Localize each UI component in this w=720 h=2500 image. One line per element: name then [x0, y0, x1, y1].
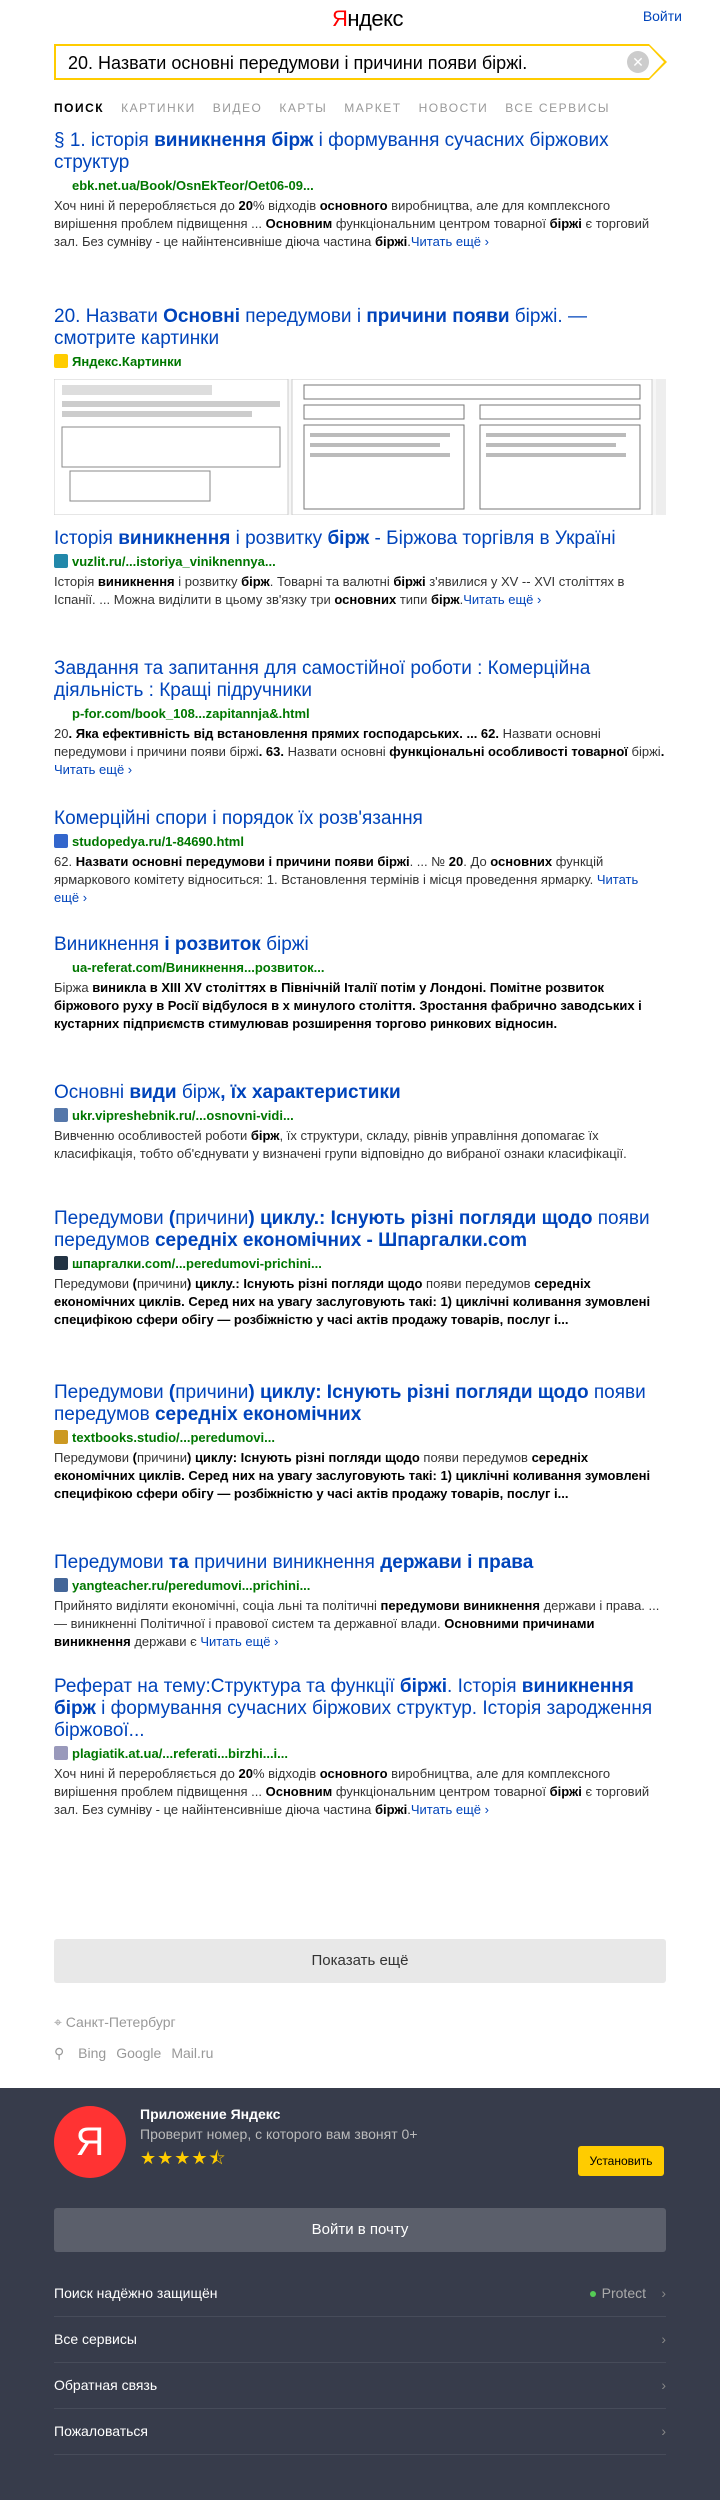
yandex-logo[interactable]: Яндекс: [332, 6, 403, 32]
result-url[interactable]: studopedya.ru/1-84690.html: [54, 833, 666, 851]
footer-row-2[interactable]: Обратная связь ›: [54, 2362, 666, 2409]
search-button-inner: [649, 46, 664, 78]
result-snippet: Передумови (причини) циклу.: Існують різ…: [54, 1276, 651, 1327]
location-label: Санкт-Петербург: [65, 2014, 176, 2030]
result-title-link[interactable]: Історія виникнення і розвитку бірж - Бір…: [54, 528, 666, 550]
result-url[interactable]: Яндекс.Картинки: [54, 353, 666, 371]
result-snippet: Хоч нині й переробляється до 20% відході…: [54, 1766, 650, 1817]
result-snippet: Хоч нині й переробляється до 20% відході…: [54, 198, 650, 249]
result-title-link[interactable]: Виникнення і розвиток біржі: [54, 934, 666, 956]
result-title-link[interactable]: Реферат на тему:Структура та функції бір…: [54, 1676, 666, 1742]
search-result: Комерційні спори і порядок їх розв'язанн…: [54, 808, 666, 907]
result-url[interactable]: plagiatik.at.ua/...referati...birzhi...i…: [54, 1745, 666, 1763]
result-url[interactable]: vuzlit.ru/...istoriya_viniknennya...: [54, 553, 666, 571]
result-title-link[interactable]: Передумови та причини виникнення держави…: [54, 1552, 666, 1574]
app-logo-icon: Я: [54, 2106, 126, 2178]
search-result: Історія виникнення і розвитку бірж - Бір…: [54, 528, 666, 609]
search-result: 20. Назвати Основні передумови і причини…: [54, 306, 666, 371]
show-more-button[interactable]: Показать ещё: [54, 1939, 666, 1983]
engine-link-2[interactable]: Mail.ru: [171, 2045, 213, 2061]
result-url[interactable]: yangteacher.ru/peredumovi...prichini...: [54, 1577, 666, 1595]
footer-row-1[interactable]: Все сервисы ›: [54, 2316, 666, 2363]
rating-stars: ★★★★⯪: [140, 2148, 227, 2168]
search-icon: ⚲: [54, 2045, 65, 2061]
search-result: Передумови та причини виникнення держави…: [54, 1552, 666, 1651]
result-title-link[interactable]: Завдання та запитання для самостійної ро…: [54, 658, 666, 702]
search-result: Основні види бірж, їх характеристики ukr.…: [54, 1082, 666, 1163]
location-icon: ⌖: [54, 2014, 62, 2030]
tab-5[interactable]: НОВОСТИ: [419, 101, 489, 115]
result-snippet: Вивченню особливостей роботи бірж, їх ст…: [54, 1128, 627, 1161]
result-title-link[interactable]: Основні види бірж, їх характеристики: [54, 1082, 666, 1104]
search-result: Реферат на тему:Структура та функції бір…: [54, 1676, 666, 1819]
footer-row-0[interactable]: Поиск надёжно защищён Protect ›: [54, 2270, 666, 2317]
favicon-icon: [54, 1256, 68, 1270]
result-url[interactable]: ukr.vipreshebnik.ru/...osnovni-vidi...: [54, 1107, 666, 1125]
read-more-link[interactable]: Читать ещё ›: [411, 1802, 489, 1817]
protect-status: Protect: [589, 2270, 646, 2316]
location[interactable]: ⌖ Санкт-Петербург: [54, 2014, 176, 2031]
result-snippet: 20. Яка ефективність від встановлення пр…: [54, 726, 665, 777]
result-snippet: Передумови (причини) циклу: Існують різн…: [54, 1450, 651, 1501]
tab-0[interactable]: ПОИСК: [54, 101, 104, 115]
favicon-icon: [54, 354, 68, 368]
footer-row-3[interactable]: Пожаловаться ›: [54, 2408, 666, 2455]
result-title-link[interactable]: Передумови (причини) циклу.: Існують різ…: [54, 1208, 666, 1252]
search-input[interactable]: [66, 52, 610, 75]
favicon-icon: [54, 1746, 68, 1760]
result-url[interactable]: ua-referat.com/Виникнення...розвиток...: [54, 959, 666, 977]
favicon-icon: [54, 834, 68, 848]
search-tabs: ПОИСК КАРТИНКИ ВИДЕО КАРТЫ МАРКЕТ НОВОСТИ ВСЕ …: [54, 101, 627, 115]
favicon-icon: [54, 554, 68, 568]
chevron-right-icon: ›: [661, 2285, 666, 2301]
chevron-right-icon: ›: [661, 2423, 666, 2439]
result-title-link[interactable]: Передумови (причини) циклу: Існують різн…: [54, 1382, 666, 1426]
image-thumbnails[interactable]: [54, 379, 666, 515]
mail-login-button[interactable]: Войти в почту: [54, 2208, 666, 2252]
app-title: Приложение Яндекс: [140, 2106, 281, 2122]
search-box[interactable]: [54, 44, 649, 80]
tab-3[interactable]: КАРТЫ: [279, 101, 327, 115]
read-more-link[interactable]: Читать ещё ›: [54, 762, 132, 777]
other-engines: ⚲ Bing Google Mail.ru: [54, 2045, 233, 2062]
tab-1[interactable]: КАРТИНКИ: [121, 101, 196, 115]
clear-icon[interactable]: ✕: [627, 51, 649, 73]
read-more-link[interactable]: Читать ещё ›: [200, 1634, 278, 1649]
result-url[interactable]: p-for.com/book_108...zapitannja&.html: [54, 705, 666, 723]
result-url[interactable]: шпаргалки.com/...peredumovi-prichini...: [54, 1255, 666, 1273]
result-title-link[interactable]: § 1. історія виникнення бірж і формуванн…: [54, 130, 666, 174]
tab-6[interactable]: ВСЕ СЕРВИСЫ: [505, 101, 610, 115]
favicon-icon: [54, 1430, 68, 1444]
tab-4[interactable]: МАРКЕТ: [344, 101, 401, 115]
result-snippet: Біржа виникла в XIII XV століттях в Півн…: [54, 980, 642, 1031]
result-snippet: Прийнято виділяти економічні, соціа льні…: [54, 1598, 660, 1649]
read-more-link[interactable]: Читать ещё ›: [463, 592, 541, 607]
search-result: § 1. історія виникнення бірж і формуванн…: [54, 130, 666, 251]
result-title-link[interactable]: Комерційні спори і порядок їх розв'язанн…: [54, 808, 666, 830]
result-url[interactable]: textbooks.studio/...peredumovi...: [54, 1429, 666, 1447]
chevron-right-icon: ›: [661, 2331, 666, 2347]
result-snippet: 62. Назвати основні передумови і причини…: [54, 854, 639, 905]
result-url[interactable]: ebk.net.ua/Book/OsnEkTeor/Oet06-09...: [54, 177, 666, 195]
engine-link-0[interactable]: Bing: [78, 2045, 106, 2061]
search-result: Виникнення і розвиток біржі ua-referat.co…: [54, 934, 666, 1033]
search-result: Передумови (причини) циклу.: Існують різ…: [54, 1208, 666, 1329]
result-title-link[interactable]: 20. Назвати Основні передумови і причини…: [54, 306, 666, 350]
read-more-link[interactable]: Читать ещё ›: [411, 234, 489, 249]
search-result: Завдання та запитання для самостійної ро…: [54, 658, 666, 779]
login-link[interactable]: Войти: [643, 8, 682, 24]
image-results-strip[interactable]: [54, 379, 666, 515]
install-button[interactable]: Установить: [578, 2146, 664, 2176]
chevron-right-icon: ›: [661, 2377, 666, 2393]
result-snippet: Історія виникнення і розвитку бірж. Това…: [54, 574, 625, 607]
tab-2[interactable]: ВИДЕО: [213, 101, 263, 115]
engine-link-1[interactable]: Google: [116, 2045, 161, 2061]
search-result: Передумови (причини) циклу: Існують різн…: [54, 1382, 666, 1503]
app-desc: Проверит номер, с которого вам звонят 0+: [140, 2126, 418, 2142]
top-bar: Яндекс Войти: [0, 0, 720, 44]
footer: Я Приложение Яндекс Проверит номер, с ко…: [0, 2088, 720, 2500]
favicon-icon: [54, 1108, 68, 1122]
favicon-icon: [54, 1578, 68, 1592]
